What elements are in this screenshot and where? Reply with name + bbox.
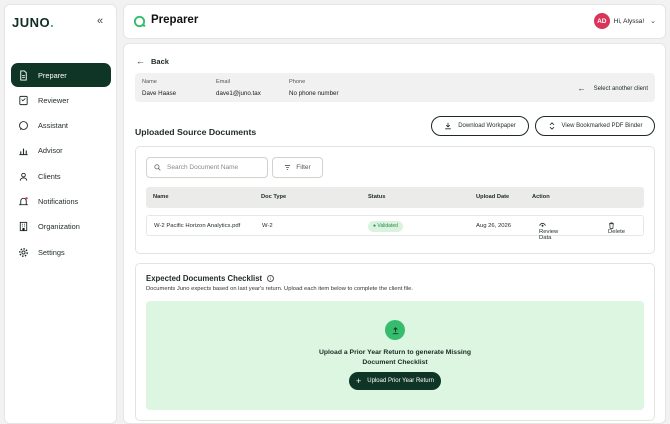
gear-icon — [18, 247, 29, 258]
expand-vertical-icon — [549, 122, 554, 130]
checklist-description: Documents Juno expects based on last yea… — [146, 286, 413, 292]
sidebar-nav: Preparer Reviewer Assistant Advisor Clie… — [11, 63, 111, 265]
clients-icon — [18, 171, 29, 182]
plus-icon: + — [356, 375, 362, 386]
column-header-name[interactable]: Name — [153, 194, 169, 200]
search-input[interactable]: Search Document Name — [146, 157, 268, 178]
chart-icon — [18, 145, 29, 156]
sidebar-item-label: Advisor — [38, 146, 63, 156]
top-bar: Preparer AD Hi, Alyssa! ⌄ — [123, 4, 666, 39]
building-icon — [18, 221, 29, 232]
sidebar-item-assistant[interactable]: Assistant — [11, 114, 111, 138]
filter-icon — [285, 165, 291, 170]
arrow-left-icon: ← — [136, 56, 145, 66]
documents-card: Search Document Name Filter Name Doc Typ… — [135, 146, 655, 254]
column-header-action: Action — [532, 194, 550, 200]
table-row: W-2 Pacific Horizon Analytics.pdf W-2 ● … — [146, 215, 644, 241]
name-label: Name — [142, 79, 157, 85]
document-icon — [18, 69, 29, 81]
user-menu[interactable]: AD Hi, Alyssa! ⌄ — [593, 13, 656, 29]
document-type: W-2 — [262, 223, 273, 229]
sidebar-item-label: Assistant — [38, 121, 68, 131]
upload-prior-year-return-button[interactable]: + Upload Prior Year Return — [349, 372, 441, 390]
email-value: dave1@juno.tax — [216, 90, 261, 97]
review-data-label: Review Data — [539, 229, 559, 241]
review-data-button[interactable]: Review Data — [539, 222, 558, 241]
bookmarked-label: View Bookmarked PDF Binder — [561, 123, 643, 129]
email-label: Email — [216, 79, 230, 85]
sidebar-item-clients[interactable]: Clients — [11, 164, 111, 188]
expected-documents-card: Expected Documents Checklist i Documents… — [135, 263, 655, 421]
upload-prompt-line2: Document Checklist — [362, 359, 428, 366]
client-email-field: Email dave1@juno.tax — [216, 79, 261, 97]
status-badge: ● Validated — [368, 220, 403, 232]
phone-value: No phone number — [289, 90, 339, 97]
status-text: Validated — [377, 223, 398, 229]
sidebar-item-notifications[interactable]: Notifications — [11, 189, 111, 213]
column-header-doc-type[interactable]: Doc Type — [261, 194, 286, 200]
section-title: Uploaded Source Documents — [135, 127, 257, 137]
eye-icon — [539, 222, 546, 227]
delete-button[interactable]: Delete — [608, 222, 625, 235]
avatar: AD — [593, 13, 610, 29]
page-title: Preparer — [151, 14, 199, 26]
search-icon — [154, 164, 161, 171]
chevron-down-icon: ⌄ — [650, 18, 656, 25]
main-panel: ← Back Name Dave Haase Email dave1@juno.… — [123, 43, 666, 424]
name-value: Dave Haase — [142, 90, 177, 97]
sidebar: JUNO. « Preparer Reviewer Assistant Advi… — [4, 4, 117, 424]
download-icon — [445, 122, 452, 130]
upload-icon — [385, 320, 405, 340]
select-client-label: Select another client — [593, 85, 648, 92]
sidebar-item-settings[interactable]: Settings — [11, 240, 111, 264]
checklist-title-text: Expected Documents Checklist — [146, 274, 263, 283]
review-icon — [18, 95, 29, 106]
checklist-title: Expected Documents Checklist i — [146, 274, 275, 283]
filter-label: Filter — [296, 164, 311, 171]
table-header: Name Doc Type Status Upload Date Action — [146, 187, 644, 208]
back-button[interactable]: ← Back — [136, 56, 169, 66]
upload-prompt: Upload a Prior Year Return to generate M… — [146, 348, 644, 368]
document-name[interactable]: W-2 Pacific Horizon Analytics.pdf — [154, 223, 240, 229]
arrow-left-icon: ← — [577, 84, 586, 93]
select-another-client-button[interactable]: ← Select another client — [578, 84, 648, 93]
collapse-sidebar-icon[interactable]: « — [97, 15, 103, 27]
upload-date: Aug 26, 2026 — [476, 223, 512, 229]
sidebar-item-label: Notifications — [38, 196, 79, 206]
search-placeholder: Search Document Name — [167, 164, 239, 171]
delete-label: Delete — [608, 229, 626, 235]
filter-button[interactable]: Filter — [272, 157, 323, 178]
phone-label: Phone — [289, 79, 306, 85]
sidebar-item-label: Organization — [38, 222, 80, 232]
upload-button-label: Upload Prior Year Return — [367, 378, 434, 384]
sidebar-item-label: Reviewer — [38, 95, 69, 105]
sidebar-item-reviewer[interactable]: Reviewer — [11, 88, 111, 112]
chat-icon — [18, 120, 29, 131]
view-bookmarked-pdf-button[interactable]: View Bookmarked PDF Binder — [535, 116, 655, 136]
bell-icon — [18, 196, 29, 207]
sidebar-item-label: Preparer — [38, 70, 67, 80]
column-header-upload-date[interactable]: Upload Date — [476, 194, 509, 200]
upload-dropzone[interactable]: Upload a Prior Year Return to generate M… — [146, 301, 644, 410]
client-info-bar: Name Dave Haase Email dave1@juno.tax Pho… — [135, 73, 655, 102]
sidebar-item-preparer[interactable]: Preparer — [11, 63, 111, 87]
sidebar-item-label: Settings — [38, 247, 65, 257]
juno-mark-icon — [133, 15, 146, 28]
client-phone-field: Phone No phone number — [289, 79, 339, 97]
sidebar-item-advisor[interactable]: Advisor — [11, 139, 111, 163]
info-icon[interactable]: i — [267, 275, 275, 282]
column-header-status[interactable]: Status — [368, 194, 385, 200]
user-greeting: Hi, Alyssa! — [613, 17, 645, 25]
sidebar-item-organization[interactable]: Organization — [11, 215, 111, 239]
trash-icon — [609, 222, 614, 229]
back-label: Back — [151, 56, 169, 66]
juno-logo[interactable]: JUNO. — [12, 15, 54, 30]
download-label: Download Workpaper — [458, 123, 516, 129]
upload-prompt-line1: Upload a Prior Year Return to generate M… — [318, 349, 472, 356]
sidebar-item-label: Clients — [38, 171, 61, 181]
client-name-field: Name Dave Haase — [142, 79, 176, 97]
download-workpaper-button[interactable]: Download Workpaper — [431, 116, 529, 136]
